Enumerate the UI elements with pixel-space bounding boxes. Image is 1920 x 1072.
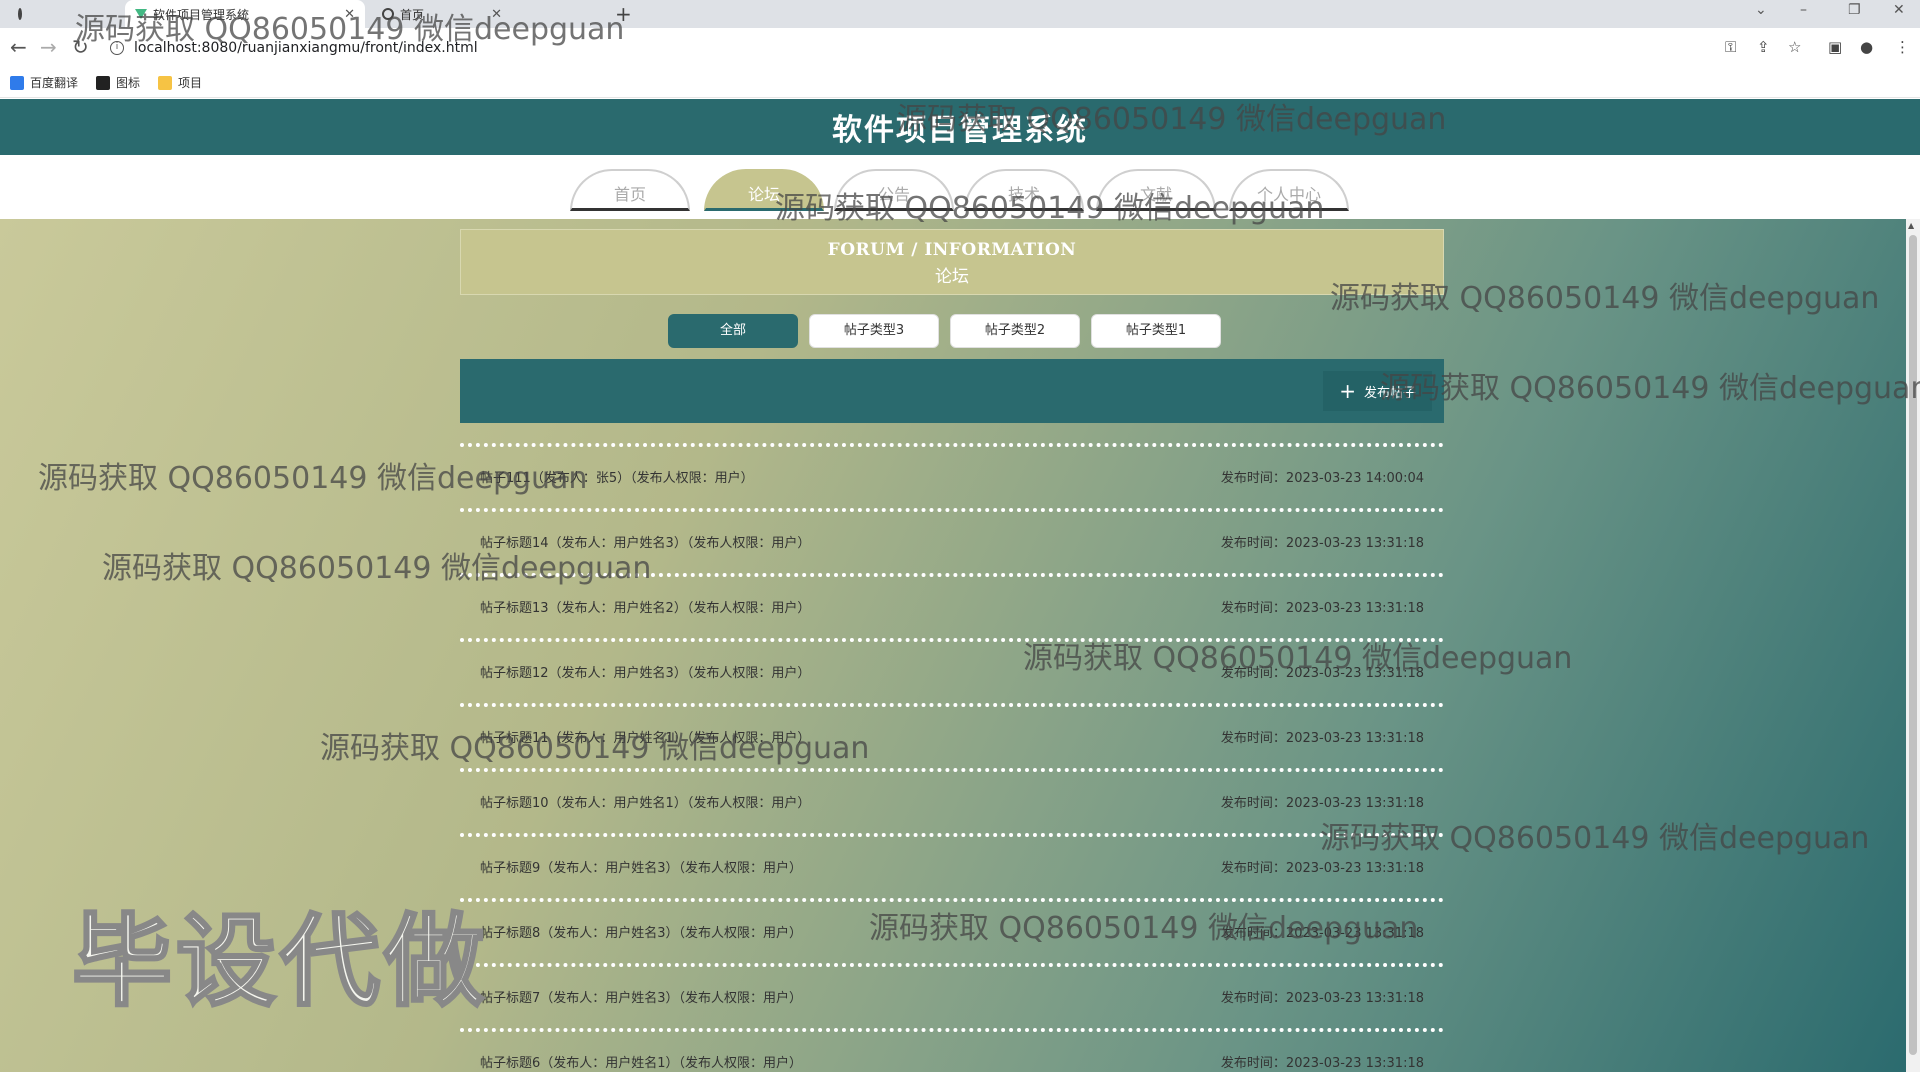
site-title: 软件项目管理系统 [832, 113, 1088, 148]
list-item[interactable]: 帖子标题7（发布人：用户姓名3）（发布人权限：用户） 发布时间：2023-03-2… [460, 963, 1444, 1028]
sidepanel-icon[interactable]: ▣ [1828, 38, 1842, 56]
browser-tab[interactable]: 首页 ✕ [372, 0, 512, 28]
post-title: 帖子标题14（发布人：用户姓名3）（发布人权限：用户） [480, 536, 811, 551]
post-time: 发布时间：2023-03-23 13:31:18 [1220, 536, 1424, 551]
section-title-cn: 论坛 [935, 267, 969, 287]
post-time: 发布时间：2023-03-23 13:31:18 [1220, 1056, 1424, 1071]
share-icon[interactable]: ⇪ [1757, 38, 1770, 56]
post-title: 帖子标题11（发布人：用户姓名1）（发布人权限：用户） [480, 731, 811, 746]
star-icon[interactable]: ☆ [1788, 38, 1801, 56]
list-item[interactable]: 帖子标题12（发布人：用户姓名3）（发布人权限：用户） 发布时间：2023-03-… [460, 638, 1444, 703]
translate-icon [10, 75, 24, 90]
post-title: 帖子标题7（发布人：用户姓名3）（发布人权限：用户） [480, 991, 803, 1006]
bookmark-item[interactable]: 图标 [96, 74, 140, 91]
bookmark-item[interactable]: 项目 [158, 74, 202, 91]
minimize-button[interactable]: – [1800, 2, 1807, 18]
list-item[interactable]: 帖子标题8（发布人：用户姓名3）（发布人权限：用户） 发布时间：2023-03-2… [460, 898, 1444, 963]
address-bar[interactable]: i localhost:8080/ruanjianxiangmu/front/i… [110, 34, 1710, 62]
list-item[interactable]: 帖子标题9（发布人：用户姓名3）（发布人权限：用户） 发布时间：2023-03-2… [460, 833, 1444, 898]
list-item[interactable]: 帖子标题14（发布人：用户姓名3）（发布人权限：用户） 发布时间：2023-03-… [460, 508, 1444, 573]
add-post-label: 发布帖子 [1363, 385, 1416, 401]
post-time: 发布时间：2023-03-23 13:31:18 [1220, 666, 1424, 681]
close-window-button[interactable]: ✕ [1893, 2, 1905, 18]
post-time: 发布时间：2023-03-23 13:31:18 [1220, 861, 1424, 876]
bookmarks-bar: 百度翻译 图标 项目 [0, 68, 1920, 98]
post-time: 发布时间：2023-03-23 13:31:18 [1220, 796, 1424, 811]
post-title: 帖子标题12（发布人：用户姓名3）（发布人权限：用户） [480, 666, 811, 681]
bookmark-label: 百度翻译 [30, 76, 79, 90]
close-tab-icon[interactable]: ✕ [491, 7, 502, 22]
reload-button[interactable]: ↻ [72, 36, 89, 58]
filter-type3[interactable]: 帖子类型3 [809, 314, 939, 348]
list-item[interactable]: 帖子标题13（发布人：用户姓名2）（发布人权限：用户） 发布时间：2023-03-… [460, 573, 1444, 638]
post-title: 帖子111（发布人：张5）（发布人权限：用户） [480, 471, 754, 486]
browser-tab[interactable] [50, 0, 115, 28]
filter-all[interactable]: 全部 [668, 314, 798, 348]
post-title: 帖子标题6（发布人：用户姓名1）（发布人权限：用户） [480, 1056, 803, 1071]
scrollbar-thumb[interactable] [1909, 235, 1917, 1055]
bookmark-label: 图标 [116, 76, 141, 90]
forward-button[interactable]: → [40, 36, 57, 58]
site-header: 软件项目管理系统 [0, 99, 1920, 155]
post-title: 帖子标题10（发布人：用户姓名1）（发布人权限：用户） [480, 796, 811, 811]
back-button[interactable]: ← [10, 36, 27, 58]
post-title: 帖子标题9（发布人：用户姓名3）（发布人权限：用户） [480, 861, 803, 876]
post-time: 发布时间：2023-03-23 13:31:18 [1220, 991, 1424, 1006]
nav-item-announcement[interactable]: 公告 [834, 169, 954, 211]
nav-item-home[interactable]: 首页 [570, 169, 690, 211]
vue-logo-icon [135, 9, 147, 19]
post-time: 发布时间：2023-03-23 13:31:18 [1220, 601, 1424, 616]
section-title: FORUM / INFORMATION 论坛 [460, 229, 1444, 295]
section-title-en: FORUM / INFORMATION [827, 240, 1077, 260]
close-tab-icon[interactable]: ✕ [344, 7, 355, 22]
browser-toolbar: ← → ↻ i localhost:8080/ruanjianxiangmu/f… [0, 28, 1920, 68]
browser-tab-pinned[interactable] [8, 0, 38, 28]
browser-tab-active[interactable]: 软件项目管理系统 ✕ [125, 0, 365, 28]
page-scrollbar[interactable]: ▲ [1906, 219, 1920, 1072]
new-tab-button[interactable]: + [615, 2, 632, 26]
list-item[interactable]: 帖子标题10（发布人：用户姓名1）（发布人权限：用户） 发布时间：2023-03-… [460, 768, 1444, 833]
browser-tabstrip: 软件项目管理系统 ✕ 首页 ✕ + ⌄ – ❐ ✕ [0, 0, 1920, 28]
bookmark-item[interactable]: 百度翻译 [10, 74, 78, 91]
globe-icon [382, 8, 394, 20]
post-list: 帖子111（发布人：张5）（发布人权限：用户） 发布时间：2023-03-23 1… [460, 443, 1444, 1072]
scroll-up-icon[interactable]: ▲ [1908, 221, 1914, 230]
nav-item-forum[interactable]: 论坛 [704, 169, 824, 211]
filter-tabs: 全部 帖子类型3 帖子类型2 帖子类型1 [668, 314, 1232, 348]
list-item[interactable]: 帖子111（发布人：张5）（发布人权限：用户） 发布时间：2023-03-23 1… [460, 443, 1444, 508]
post-time: 发布时间：2023-03-23 13:31:18 [1220, 731, 1424, 746]
list-item[interactable]: 帖子标题6（发布人：用户姓名1）（发布人权限：用户） 发布时间：2023-03-2… [460, 1028, 1444, 1072]
nav-item-literature[interactable]: 文献 [1096, 169, 1216, 211]
post-title: 帖子标题13（发布人：用户姓名2）（发布人权限：用户） [480, 601, 811, 616]
filter-type1[interactable]: 帖子类型1 [1091, 314, 1221, 348]
plus-icon: + [1339, 379, 1356, 403]
bookmark-label: 项目 [178, 76, 203, 90]
folder-icon [158, 75, 173, 90]
profile-icon[interactable]: ● [1860, 38, 1873, 56]
tab-search-icon[interactable]: ⌄ [1755, 2, 1767, 18]
menu-icon[interactable]: ⋮ [1895, 38, 1910, 56]
info-icon[interactable]: i [110, 41, 124, 55]
filter-type2[interactable]: 帖子类型2 [950, 314, 1080, 348]
image-icon [96, 75, 111, 90]
post-time: 发布时间：2023-03-23 14:00:04 [1220, 471, 1424, 486]
tab-label: 软件项目管理系统 [153, 7, 250, 22]
nav-item-profile[interactable]: 个人中心 [1229, 169, 1349, 211]
tab-label: 首页 [400, 7, 425, 22]
nav-item-technology[interactable]: 技术 [964, 169, 1084, 211]
globe-icon [18, 8, 22, 20]
main-content: FORUM / INFORMATION 论坛 全部 帖子类型3 帖子类型2 帖子… [0, 219, 1920, 1072]
url-text: localhost:8080/ruanjianxiangmu/front/ind… [134, 40, 478, 56]
main-nav: 首页 论坛 公告 技术 文献 个人中心 [0, 155, 1920, 219]
maximize-button[interactable]: ❐ [1848, 2, 1861, 18]
action-bar: + 发布帖子 [460, 359, 1444, 423]
list-item[interactable]: 帖子标题11（发布人：用户姓名1）（发布人权限：用户） 发布时间：2023-03-… [460, 703, 1444, 768]
post-time: 发布时间：2023-03-23 13:31:18 [1220, 926, 1424, 941]
post-title: 帖子标题8（发布人：用户姓名3）（发布人权限：用户） [480, 926, 803, 941]
key-icon[interactable]: ⚿ [1725, 38, 1736, 56]
add-post-button[interactable]: + 发布帖子 [1323, 371, 1432, 411]
